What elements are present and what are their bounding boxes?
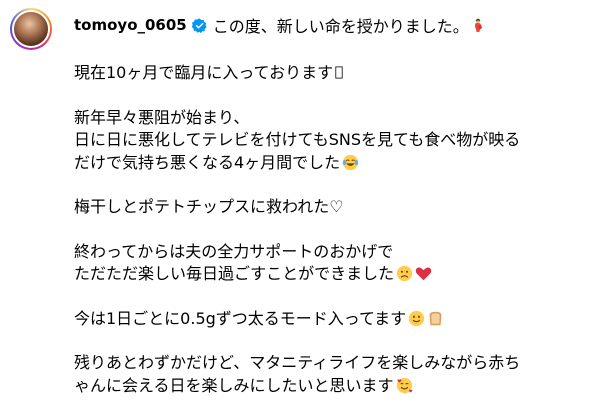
caption-text: 新年早々悪阻が始まり、 xyxy=(74,107,250,127)
avatar-image xyxy=(12,10,50,48)
caption-text: 今は1日ごとに0.5gずつ太るモード入ってます xyxy=(74,308,407,328)
caption-body: 現在10ヶ月で臨月に入っております 新年早々悪阻が始まり、 日に日に悪化してテレ… xyxy=(74,62,579,419)
caption-paragraph-1: 現在10ヶ月で臨月に入っております xyxy=(74,62,579,85)
caption-paragraph-6: 残りあとわずかだけど、マタニティライフを楽しみながら赤ち ゃんに会える日を楽しみ… xyxy=(74,352,579,397)
verified-badge-icon xyxy=(191,17,207,33)
slightly-smiling-face-emoji xyxy=(409,310,425,326)
pregnant-woman-emoji xyxy=(474,18,482,32)
caption-text: 終わってからは夫の全力サポートのおかげで xyxy=(74,241,394,261)
caption-text: ただただ楽しい毎日過ごすことができました xyxy=(74,264,395,283)
laughing-tears-emoji xyxy=(343,154,359,170)
caption-first-line: この度、新しい命を授かりました。 xyxy=(212,17,469,36)
caption-header-line: tomoyo_0605 この度、新しい命を授かりました。 xyxy=(74,13,485,37)
sad-face-emoji xyxy=(397,265,413,282)
red-heart-emoji xyxy=(415,267,432,281)
caption-paragraph-5: 今は1日ごとに0.5gずつ太るモード入ってます xyxy=(74,308,579,331)
caption-text: 日に日に悪化してテレビを付けてもSNSを見ても食べ物が映る xyxy=(74,130,521,149)
missing-glyph-icon xyxy=(335,66,343,79)
caption-text: ゃんに会える日を楽しみにしたいと思います xyxy=(74,375,394,395)
caption-paragraph-3: 梅干しとポテトチップスに救われた♡ xyxy=(74,196,579,219)
bread-emoji xyxy=(429,311,442,325)
smiling-face-with-hearts-emoji xyxy=(396,377,413,393)
caption-text: 残りあとわずかだけど、マタニティライフを楽しみながら赤ち xyxy=(74,353,521,372)
caption-text: 現在10ヶ月で臨月に入っております xyxy=(74,63,334,82)
caption-paragraph-2: 新年早々悪阻が始まり、 日に日に悪化してテレビを付けてもSNSを見ても食べ物が映… xyxy=(74,107,579,175)
profile-avatar[interactable] xyxy=(10,8,52,50)
caption-text: 梅干しとポテトチップスに救われた♡ xyxy=(74,197,344,216)
caption-text: だけで気持ち悪くなる4ヶ月間でした xyxy=(74,152,341,172)
username-link[interactable]: tomoyo_0605 xyxy=(74,16,187,34)
caption-paragraph-4: 終わってからは夫の全力サポートのおかげで ただただ楽しい毎日過ごすことができまし… xyxy=(74,241,579,286)
instagram-post-caption: tomoyo_0605 この度、新しい命を授かりました。 現在10ヶ月で臨月に入… xyxy=(0,0,591,398)
